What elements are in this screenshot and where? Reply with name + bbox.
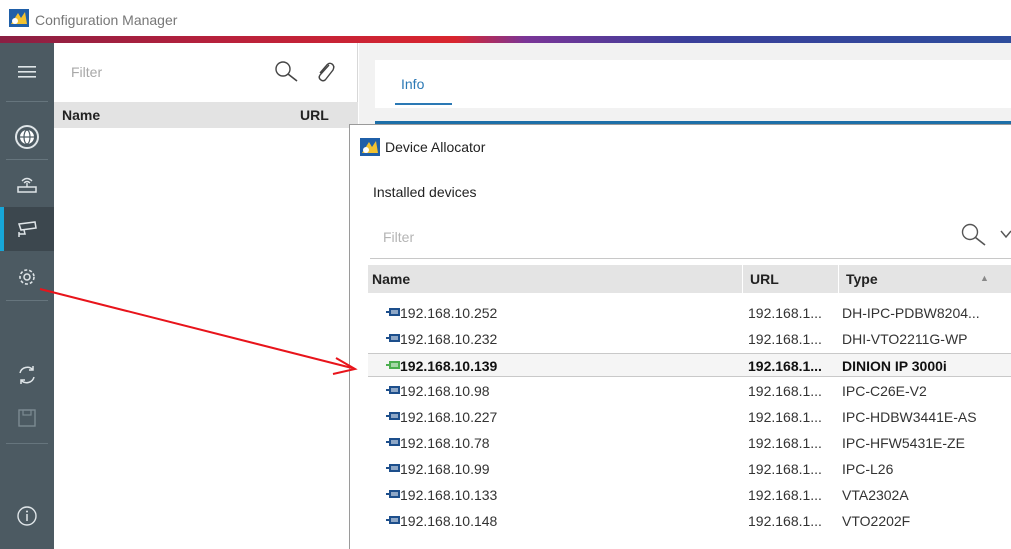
device-icon (386, 386, 400, 394)
table-row[interactable]: 192.168.10.98 192.168.1... IPC-C26E-V2 (368, 379, 1011, 403)
table-row[interactable]: 192.168.10.78 192.168.1... IPC-HFW5431E-ZE (368, 431, 1011, 455)
device-type: IPC-C26E-V2 (842, 383, 927, 399)
device-icon (386, 412, 400, 420)
device-type: DH-IPC-PDBW8204... (842, 305, 980, 321)
nav-divider (6, 443, 48, 444)
info-icon (17, 506, 37, 526)
device-type: VTA2302A (842, 487, 909, 503)
device-table-header: Name URL (54, 102, 358, 128)
device-url: 192.168.1... (748, 487, 822, 503)
device-name: 192.168.10.252 (400, 305, 498, 321)
device-type: VTO2202F (842, 513, 911, 529)
table-row[interactable]: 192.168.10.133 192.168.1... VTA2302A (368, 483, 1011, 507)
column-separator (838, 265, 839, 293)
device-type: IPC-HFW5431E-ZE (842, 435, 965, 451)
search-icon[interactable] (274, 60, 300, 84)
nav-divider (6, 159, 48, 160)
dialog-title: Device Allocator (385, 139, 486, 155)
device-type: IPC-L26 (842, 461, 894, 477)
title-bar: Configuration Manager (0, 0, 1011, 34)
device-type: DINION IP 3000i (842, 358, 947, 374)
refresh-icon (19, 366, 35, 384)
table-row[interactable]: 192.168.10.148 192.168.1... VTO2202F (368, 509, 1011, 533)
menu-button[interactable] (0, 50, 54, 94)
device-url: 192.168.1... (748, 358, 822, 374)
device-icon (386, 516, 400, 524)
menu-icon (18, 66, 36, 78)
device-type: IPC-HDBW3441E-AS (842, 409, 977, 425)
camera-icon (17, 221, 37, 237)
table-row[interactable]: 192.168.10.99 192.168.1... IPC-L26 (368, 457, 1011, 481)
network-globe-icon (15, 125, 39, 149)
column-header-name[interactable]: Name (372, 271, 410, 287)
table-row[interactable]: 192.168.10.232 192.168.1... DHI-VTO2211G-W… (368, 327, 1011, 351)
device-name: 192.168.10.139 (400, 358, 498, 374)
device-url: 192.168.1... (748, 435, 822, 451)
tab-strip: Info (375, 60, 1011, 108)
device-icon (386, 308, 400, 316)
device-name: 192.168.10.232 (400, 331, 498, 347)
installed-devices-label: Installed devices (373, 184, 477, 200)
column-header-url[interactable]: URL (300, 107, 329, 123)
app-title: Configuration Manager (35, 12, 178, 28)
dialog-filter-input[interactable]: Filter (383, 229, 414, 245)
chevron-down-icon[interactable] (1000, 228, 1011, 240)
device-allocator-dialog: Device Allocator Installed devices Filte… (349, 124, 1011, 549)
device-url: 192.168.1... (748, 409, 822, 425)
active-tab-indicator (395, 103, 452, 105)
search-icon[interactable] (960, 222, 988, 248)
device-filter-input[interactable]: Filter (71, 64, 102, 80)
device-type: DHI-VTO2211G-WP (842, 331, 968, 347)
device-icon (386, 490, 400, 498)
app-logo-icon (9, 9, 29, 27)
column-separator (742, 265, 743, 293)
device-name: 192.168.10.78 (400, 435, 490, 451)
refresh-button[interactable] (0, 353, 54, 397)
device-name: 192.168.10.98 (400, 383, 490, 399)
nav-cameras-button[interactable] (0, 207, 54, 251)
column-header-type[interactable]: Type (846, 271, 878, 287)
nav-divider (6, 300, 48, 301)
gear-icon (19, 269, 35, 285)
left-nav (0, 43, 54, 549)
paperclip-icon[interactable] (314, 60, 336, 84)
router-icon (17, 177, 37, 193)
device-icon (386, 334, 400, 342)
info-button[interactable] (0, 494, 54, 538)
sort-ascending-icon: ▲ (980, 273, 989, 283)
nav-network-button[interactable] (0, 115, 54, 159)
dialog-logo-icon (360, 138, 380, 156)
device-name: 192.168.10.99 (400, 461, 490, 477)
device-url: 192.168.1... (748, 331, 822, 347)
device-icon (386, 361, 400, 369)
table-row[interactable]: 192.168.10.227 192.168.1... IPC-HDBW3441E-… (368, 405, 1011, 429)
tab-info[interactable]: Info (401, 76, 424, 92)
brand-color-band (0, 36, 1011, 43)
nav-settings-button[interactable] (0, 255, 54, 299)
column-header-name[interactable]: Name (62, 107, 100, 123)
device-icon (386, 438, 400, 446)
column-header-url[interactable]: URL (750, 271, 779, 287)
save-icon (18, 409, 36, 427)
device-url: 192.168.1... (748, 305, 822, 321)
table-row[interactable]: 192.168.10.252 192.168.1... DH-IPC-PDBW820… (368, 301, 1011, 325)
save-button[interactable] (0, 396, 54, 440)
device-name: 192.168.10.227 (400, 409, 498, 425)
installed-devices-table-header: Name URL Type ▲ (368, 265, 1011, 293)
filter-underline (370, 258, 1011, 259)
device-icon (386, 464, 400, 472)
device-name: 192.168.10.133 (400, 487, 498, 503)
device-url: 192.168.1... (748, 461, 822, 477)
device-url: 192.168.1... (748, 513, 822, 529)
device-url: 192.168.1... (748, 383, 822, 399)
nav-divider (6, 101, 48, 102)
nav-devices-button[interactable] (0, 163, 54, 207)
device-name: 192.168.10.148 (400, 513, 498, 529)
device-tree-panel: Filter Name URL (54, 43, 358, 549)
table-row[interactable]: 192.168.10.139 192.168.1... DINION IP 3000… (368, 353, 1011, 377)
